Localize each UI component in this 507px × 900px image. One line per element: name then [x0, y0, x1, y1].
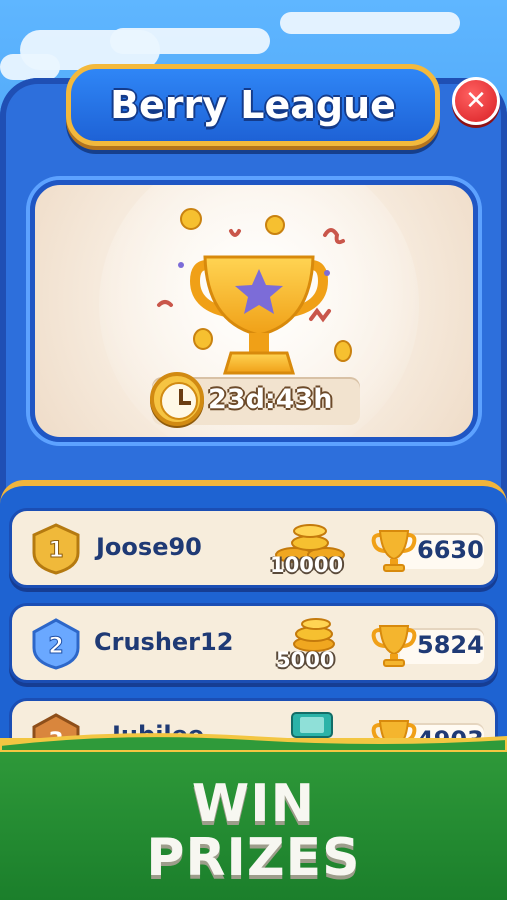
score-value: 5824	[417, 631, 484, 659]
rank-number: 1	[48, 538, 63, 563]
player-name: Crusher12	[94, 628, 234, 656]
rank-number: 2	[48, 634, 63, 659]
footer-wave	[0, 733, 507, 752]
rank-badge-icon: 2	[32, 618, 80, 670]
score-value: 6630	[417, 536, 484, 564]
clock-icon	[150, 372, 204, 426]
close-icon: ✕	[465, 86, 487, 116]
cloud	[110, 28, 270, 54]
page-title: Berry League	[110, 83, 396, 127]
coin-reward-amount: 5000	[276, 648, 335, 672]
footer-line-2: PRIZES	[146, 828, 361, 888]
coin-reward-amount: 10000	[270, 553, 344, 577]
cloud	[0, 54, 60, 80]
timer-text: 23d:43h	[208, 384, 333, 415]
promo-footer: WIN PRIZES	[0, 733, 507, 900]
trophy-icon	[371, 530, 417, 572]
leaderboard-row[interactable]: 1 Joose90 10000 6630	[9, 508, 498, 588]
rank-badge-icon: 1	[32, 523, 80, 575]
title-banner: Berry League	[66, 64, 440, 146]
cloud	[280, 12, 460, 34]
player-name: Joose90	[96, 533, 202, 561]
leaderboard-row[interactable]: 2 Crusher12 5000 5824	[9, 603, 498, 683]
clock-hand	[179, 401, 191, 405]
footer-line-1: WIN	[191, 774, 316, 834]
trophy-icon	[371, 625, 417, 667]
close-button[interactable]: ✕	[452, 77, 500, 125]
